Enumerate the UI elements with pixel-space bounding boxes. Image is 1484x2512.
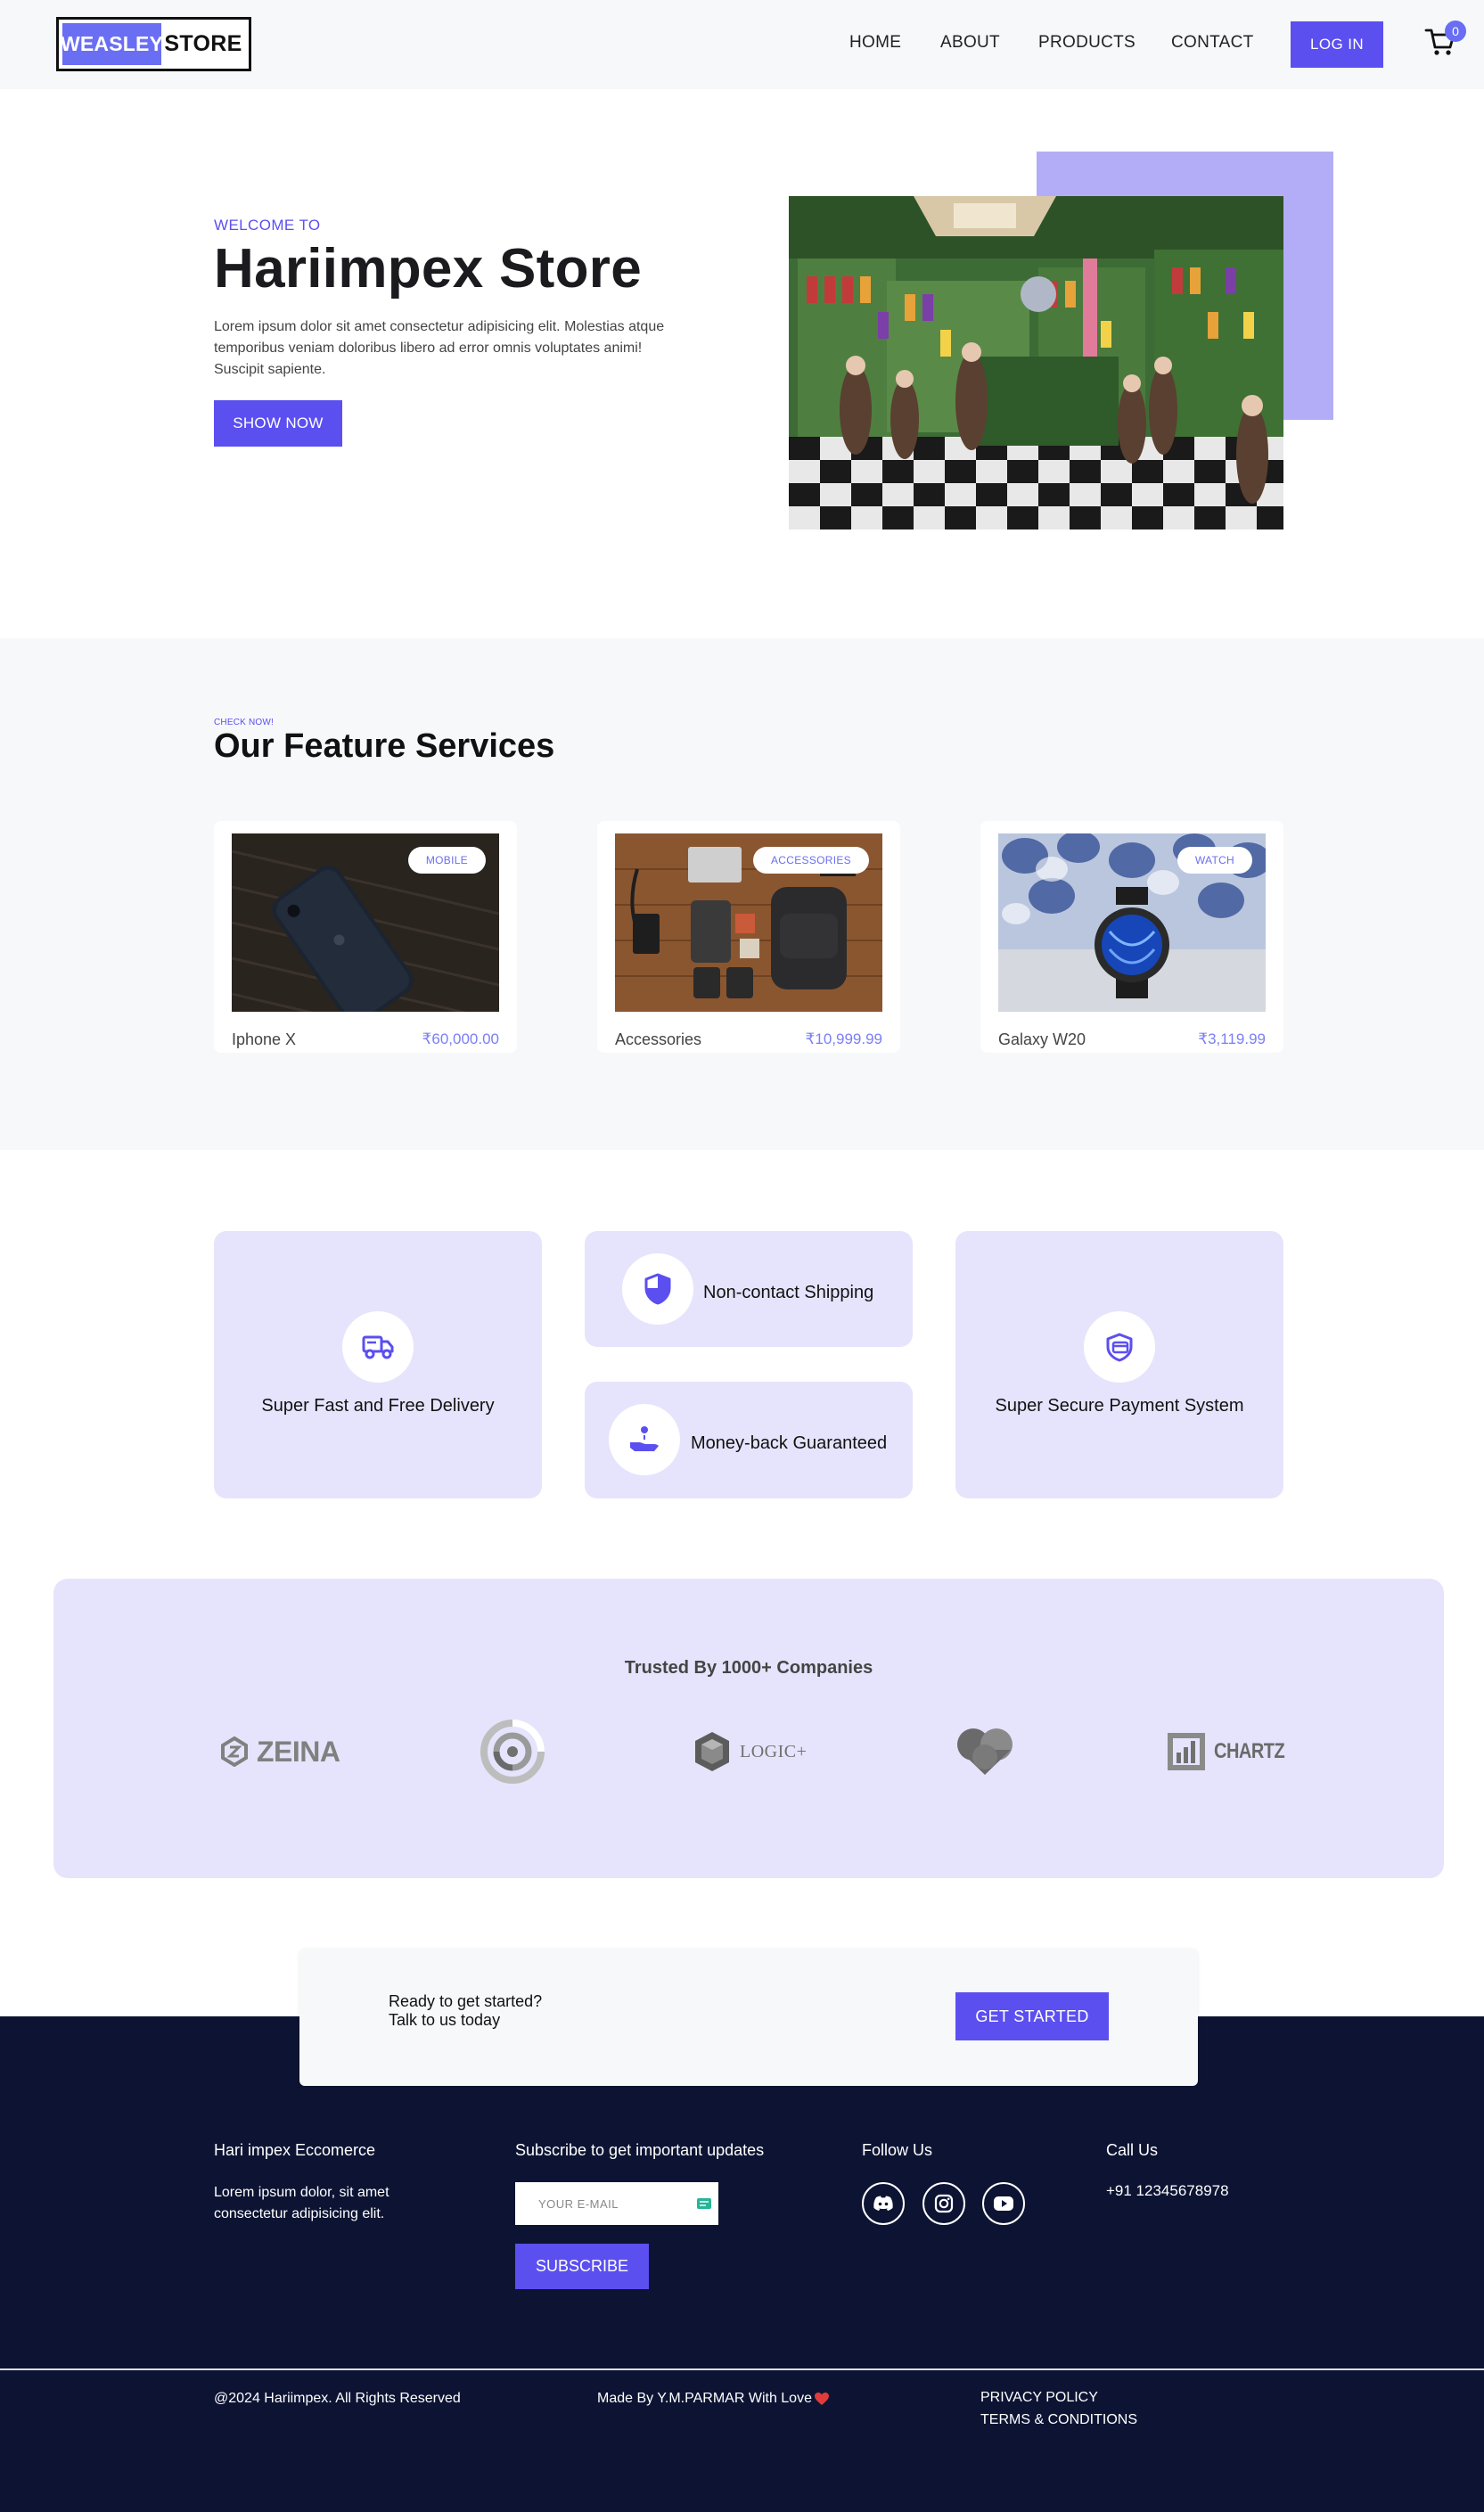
featured-title: Our Feature Services	[214, 727, 555, 765]
product-name: Accessories	[615, 1030, 702, 1048]
logo-left-text: WEASLEY	[61, 23, 163, 65]
subscribe-button[interactable]: SUBSCRIBE	[515, 2244, 649, 2289]
footer-made-by: Made By Y.M.PARMAR With Love	[597, 2391, 830, 2407]
company-logo-chartz: CHARTZ	[1166, 1720, 1285, 1783]
chartz-logo-text: CHARTZ	[1214, 1739, 1285, 1763]
footer-copyright: @2024 Hariimpex. All Rights Reserved	[214, 2391, 461, 2406]
footer	[0, 2016, 1484, 2512]
service-card-shipping: Non-contact Shipping	[585, 1231, 913, 1347]
zeina-logo-icon	[221, 1736, 248, 1767]
product-tag-accessories: ACCESSORIES	[753, 847, 869, 874]
product-image-accessories: ACCESSORIES	[615, 833, 882, 1012]
footer-call-title: Call Us	[1106, 2141, 1159, 2159]
get-started-button[interactable]: GET STARTED	[955, 1992, 1109, 2040]
nav-link-home[interactable]: HOME	[849, 33, 901, 53]
product-tag-watch: WATCH	[1177, 847, 1252, 874]
privacy-policy-link[interactable]: PRIVACY POLICY	[980, 2390, 1098, 2406]
featured-eyebrow: CHECK NOW!	[214, 718, 274, 727]
hero-title: Hariimpex Store	[214, 238, 643, 300]
service-card-delivery: Super Fast and Free Delivery	[214, 1231, 542, 1498]
product-price: ₹3,119.99	[1198, 1030, 1266, 1047]
navbar: WEASLEY STORE	[0, 0, 1484, 89]
discord-icon[interactable]	[862, 2182, 905, 2225]
cart-count-badge: 0	[1445, 21, 1466, 42]
truck-icon	[342, 1311, 414, 1383]
product-tag-mobile: MOBILE	[407, 847, 486, 874]
service-label: Super Secure Payment System	[995, 1396, 1244, 1416]
terms-link[interactable]: TERMS & CONDITIONS	[980, 2412, 1137, 2428]
brand-logo[interactable]: WEASLEY STORE	[56, 17, 251, 71]
footer-follow-title: Follow Us	[862, 2141, 933, 2159]
nav-link-contact[interactable]: CONTACT	[1171, 33, 1254, 53]
company-logo-logic: LOGIC+	[692, 1720, 807, 1783]
hero-description: Lorem ipsum dolor sit amet consectetur a…	[214, 319, 665, 377]
product-name: Iphone X	[232, 1030, 297, 1048]
zeina-logo-text: ZEINA	[257, 1735, 340, 1768]
secure-card-icon	[1084, 1311, 1155, 1383]
chartz-logo-icon	[1168, 1733, 1205, 1770]
product-image-watch: WATCH	[998, 833, 1266, 1012]
company-logo-ring	[480, 1720, 545, 1784]
logic-logo-text: LOGIC+	[740, 1741, 808, 1761]
trusted-title: Trusted By 1000+ Companies	[624, 1658, 873, 1678]
service-label: Money-back Guaranteed	[691, 1433, 888, 1453]
footer-about-title: Hari impex Eccomerce	[214, 2141, 376, 2159]
login-button[interactable]: LOG IN	[1291, 21, 1383, 68]
send-icon[interactable]	[697, 2198, 711, 2209]
email-input[interactable]	[515, 2182, 718, 2225]
heart-logo-icon	[957, 1728, 1013, 1775]
hero-store-image	[789, 196, 1283, 529]
product-card-accessories[interactable]: ACCESSORIES Accessories ₹10,999.99	[597, 821, 900, 1053]
footer-about-text: Lorem ipsum dolor, sit amet consectetur …	[214, 2185, 389, 2221]
cta-line-2: Talk to us today	[389, 2011, 501, 2029]
service-card-moneyback: Money-back Guaranteed	[585, 1382, 913, 1498]
product-image-iphone: MOBILE	[232, 833, 499, 1012]
product-name: Galaxy W20	[998, 1030, 1086, 1048]
footer-subscribe-title: Subscribe to get important updates	[515, 2141, 765, 2159]
hand-coin-icon	[609, 1404, 680, 1475]
product-price: ₹60,000.00	[422, 1030, 499, 1047]
service-card-payment: Super Secure Payment System	[955, 1231, 1283, 1498]
heart-icon	[814, 2393, 829, 2405]
service-label: Non-contact Shipping	[703, 1283, 874, 1302]
made-by-text: Made By Y.M.PARMAR With Love	[597, 2391, 812, 2406]
product-price: ₹10,999.99	[805, 1030, 882, 1047]
youtube-icon[interactable]	[982, 2182, 1025, 2225]
shield-icon	[622, 1253, 693, 1325]
cta-line-1: Ready to get started?	[389, 1992, 543, 2010]
cube-logo-icon	[695, 1732, 729, 1771]
logo-right-text: STORE	[164, 31, 242, 56]
hero-eyebrow: WELCOME TO	[214, 217, 321, 234]
company-logo-heart	[955, 1720, 1014, 1783]
ring-logo-icon	[480, 1720, 545, 1784]
nav-link-about[interactable]: ABOUT	[940, 33, 1000, 53]
service-label: Super Fast and Free Delivery	[261, 1396, 495, 1416]
show-now-button[interactable]: SHOW NOW	[214, 400, 342, 447]
instagram-icon[interactable]	[922, 2182, 965, 2225]
product-card-watch[interactable]: WATCH Galaxy W20 ₹3,119.99	[980, 821, 1283, 1053]
footer-phone[interactable]: +91 12345678978	[1106, 2180, 1229, 2202]
company-logo-zeina: ZEINA	[219, 1720, 340, 1783]
nav-link-products[interactable]: PRODUCTS	[1038, 33, 1136, 53]
footer-divider	[0, 2368, 1484, 2370]
product-card-iphone[interactable]: MOBILE Iphone X ₹60,000.00	[214, 821, 517, 1053]
